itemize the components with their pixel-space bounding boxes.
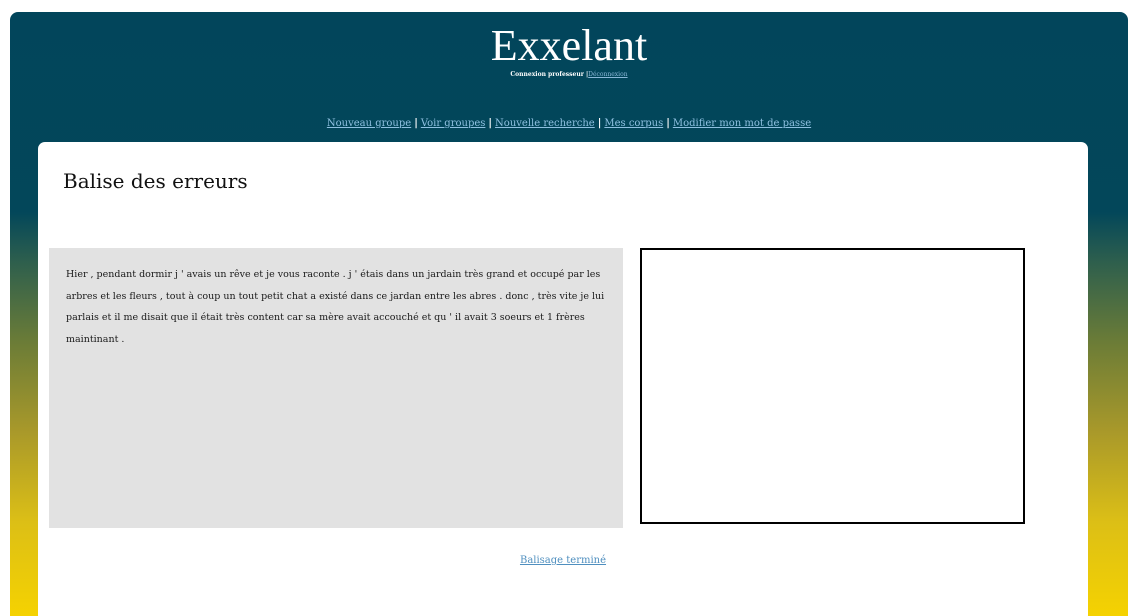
login-status-line: Connexion professeur |Déconnexion xyxy=(10,71,1128,79)
student-text-panel: Hier , pendant dormir j ' avais un rêve … xyxy=(49,248,623,528)
finish-link-container: Balisage terminé xyxy=(38,555,1088,567)
site-title: Exxelant xyxy=(490,21,648,70)
nav-separator: | xyxy=(666,118,670,129)
nav-new-search-link[interactable]: Nouvelle recherche xyxy=(495,118,595,129)
login-status-text: Connexion professeur | xyxy=(510,71,589,78)
student-text[interactable]: Hier , pendant dormir j ' avais un rêve … xyxy=(49,248,623,350)
nav-my-corpus-link[interactable]: Mes corpus xyxy=(604,118,663,129)
nav-change-password-link[interactable]: Modifier mon mot de passe xyxy=(673,118,811,129)
nav-view-groups-link[interactable]: Voir groupes xyxy=(421,118,486,129)
nav-separator: | xyxy=(488,118,493,129)
nav-new-group-link[interactable]: Nouveau groupe xyxy=(327,118,411,129)
page-frame: Exxelant Connexion professeur |Déconnexi… xyxy=(10,12,1128,616)
main-content-card: Balise des erreurs Hier , pendant dormir… xyxy=(38,142,1088,616)
page-title: Balise des erreurs xyxy=(63,169,248,193)
error-markup-box[interactable] xyxy=(640,248,1025,524)
finish-markup-link[interactable]: Balisage terminé xyxy=(520,555,606,566)
logout-link[interactable]: Déconnexion xyxy=(588,71,627,78)
main-nav: Nouveau groupe | Voir groupes | Nouvelle rec… xyxy=(10,118,1128,130)
nav-separator: | xyxy=(597,118,602,129)
nav-separator: | xyxy=(414,118,418,129)
